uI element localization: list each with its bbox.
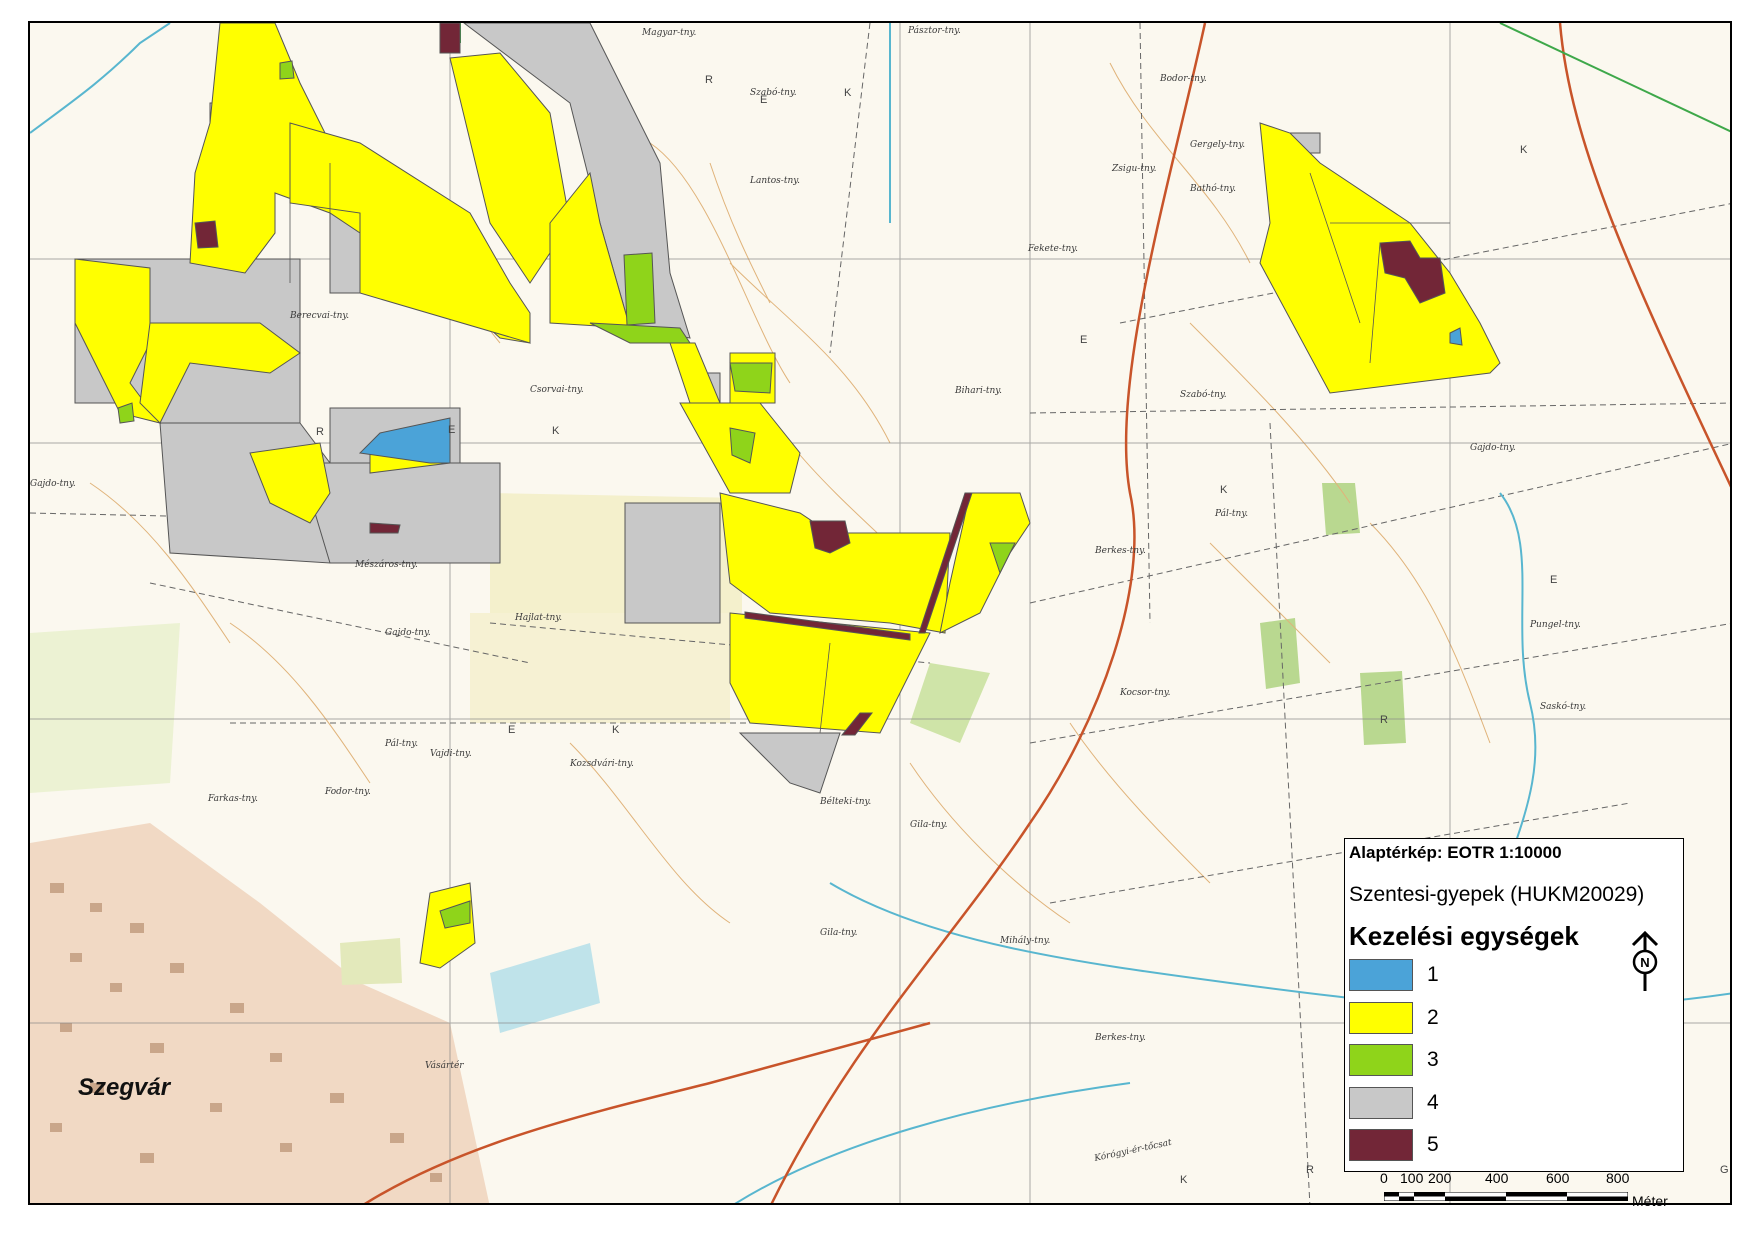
sheet-letter: K xyxy=(552,425,560,437)
scale-unit: Méter xyxy=(1632,1193,1668,1209)
place-label: Gergely-tny. xyxy=(1190,140,1245,150)
place-label: Fekete-tny. xyxy=(1027,244,1078,254)
basemap-label: Alaptérkép: EOTR 1:10000 xyxy=(1349,843,1562,862)
place-label: Berkes-tny. xyxy=(1094,546,1146,556)
sheet-letter: R xyxy=(1380,714,1388,726)
place-label: Gajdo-tny. xyxy=(1470,443,1516,453)
legend-swatch xyxy=(1349,1044,1413,1076)
scale-tick-label: 600 xyxy=(1546,1170,1570,1186)
sheet-letter: K xyxy=(1220,484,1228,496)
sheet-letter: E xyxy=(508,724,515,736)
scale-tick-label: 200 xyxy=(1428,1170,1452,1186)
legend-item-4: 4 xyxy=(1349,1087,1549,1121)
place-label: Berecvai-tny. xyxy=(289,311,349,321)
place-label: Bihari-tny. xyxy=(954,386,1002,396)
sheet-letter: E xyxy=(1080,334,1087,346)
place-label: Kozsdvári-tny. xyxy=(569,758,634,769)
place-label: Csorvai-tny. xyxy=(530,385,584,395)
place-label: Bathó-tny. xyxy=(1189,183,1236,194)
place-label: Bélteki-tny. xyxy=(819,796,871,807)
sheet-letter: K xyxy=(844,87,852,99)
scale-bar: 0 100 200 400 600 800 Méter xyxy=(1376,1170,1676,1209)
place-label: Pál-tny. xyxy=(1214,508,1248,519)
site-label: Szentesi-gyepek (HUKM20029) xyxy=(1349,883,1645,906)
legend-swatch xyxy=(1349,959,1413,991)
legend-item-3: 3 xyxy=(1349,1044,1549,1078)
sheet-letter: K xyxy=(612,724,620,736)
legend-swatch xyxy=(1349,1129,1413,1161)
legend-swatch xyxy=(1349,1087,1413,1119)
place-label: Bodor-tny. xyxy=(1159,74,1207,84)
place-label: Pásztor-tny. xyxy=(907,25,961,36)
place-label: Szabó-tny. xyxy=(1180,389,1227,400)
scale-tick-label: 100 xyxy=(1400,1170,1424,1186)
place-label: Berkes-tny. xyxy=(1094,1033,1146,1043)
legend-item-label: 2 xyxy=(1427,1006,1439,1029)
place-label: Szabó-tny. xyxy=(750,87,797,98)
place-label: Gajdo-tny. xyxy=(30,479,76,489)
place-label: Saskó-tny. xyxy=(1540,701,1586,712)
place-label: Vajdi-tny. xyxy=(430,749,472,759)
sheet-letter: R xyxy=(705,74,713,86)
legend-item-label: 4 xyxy=(1427,1091,1439,1114)
legend-item-label: 3 xyxy=(1427,1048,1439,1071)
place-label: Gajdo-tny. xyxy=(385,628,431,638)
sheet-letter: E xyxy=(448,424,455,436)
scale-tick-label: 400 xyxy=(1485,1170,1509,1186)
legend-item-label: 1 xyxy=(1427,963,1439,986)
legend-item-5: 5 xyxy=(1349,1129,1549,1163)
place-label: Hajlat-tny. xyxy=(514,613,562,623)
place-label: Pál-tny. xyxy=(384,738,418,749)
north-label: N xyxy=(1640,955,1649,970)
place-label: Vásártér xyxy=(425,1060,464,1071)
place-label: Mészáros-tny. xyxy=(354,559,418,570)
place-label: Magyar-tny. xyxy=(641,28,696,38)
legend-swatch xyxy=(1349,1002,1413,1034)
scale-tick-label: 0 xyxy=(1380,1170,1388,1186)
scale-tick-label: 800 xyxy=(1606,1170,1630,1186)
legend-heading: Kezelési egységek xyxy=(1349,921,1579,951)
north-arrow-icon: N xyxy=(1631,931,1659,991)
place-label: Pungel-tny. xyxy=(1529,620,1581,630)
place-label: Lantos-tny. xyxy=(749,176,800,186)
sheet-letter: E xyxy=(760,94,767,106)
sheet-letter: K xyxy=(1180,1174,1188,1186)
legend-item-label: 5 xyxy=(1427,1133,1439,1156)
sheet-letter: R xyxy=(316,426,324,438)
place-label: Mihály-tny. xyxy=(999,935,1051,946)
place-label: Gila-tny. xyxy=(820,928,858,938)
place-label: Farkas-tny. xyxy=(207,794,258,804)
place-label: Zsigu-tny. xyxy=(1111,164,1157,174)
place-label: Kocsor-tny. xyxy=(1119,688,1171,698)
legend-item-2: 2 xyxy=(1349,1002,1549,1036)
sheet-letter: K xyxy=(1520,144,1528,156)
place-label: Gila-tny. xyxy=(910,820,948,830)
place-label: Fodor-tny. xyxy=(324,787,371,797)
sheet-letter: E xyxy=(1550,574,1557,586)
sheet-letter: G xyxy=(1720,1164,1729,1176)
scale-bar-graphic xyxy=(1384,1192,1628,1201)
legend-item-1: 1 xyxy=(1349,959,1549,993)
sheet-letter: R xyxy=(1306,1164,1314,1176)
legend-panel: Alaptérkép: EOTR 1:10000 Szentesi-gyepek… xyxy=(1344,838,1684,1172)
town-label: Szegvár xyxy=(78,1074,172,1101)
